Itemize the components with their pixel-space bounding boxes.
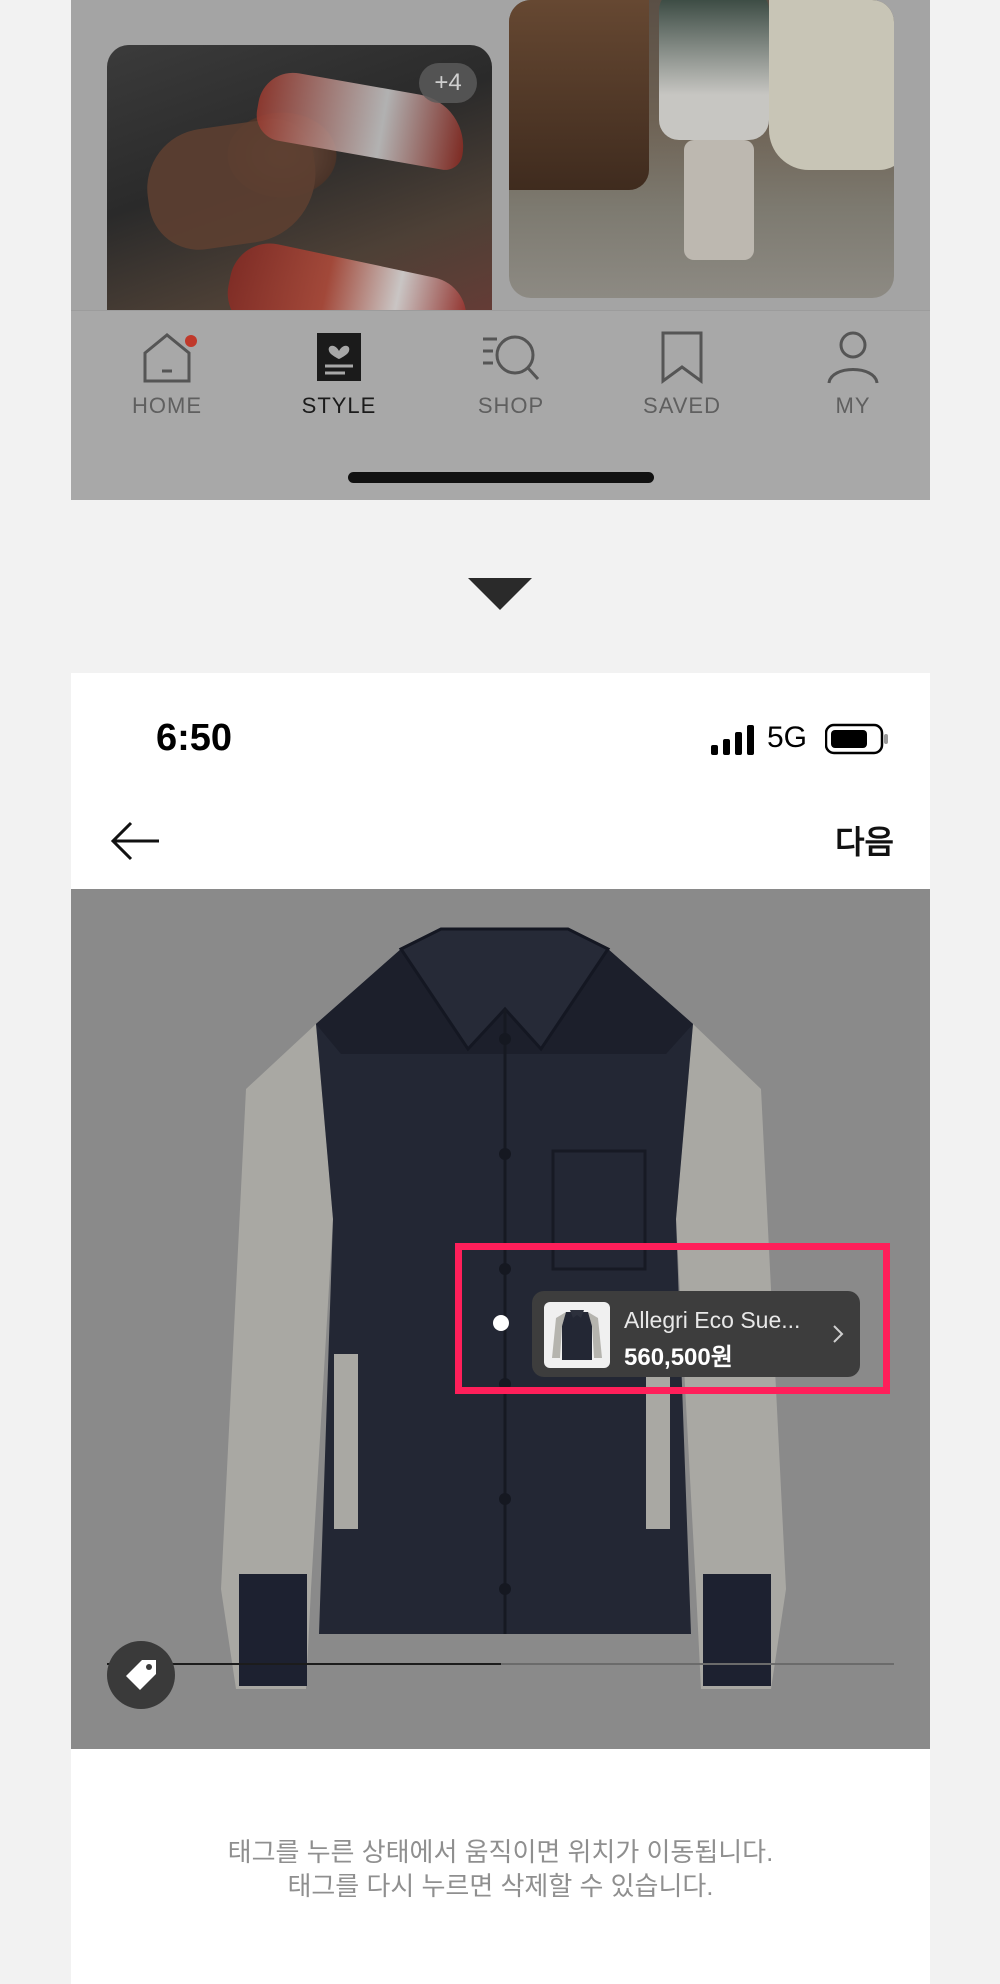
tab-shop-label: SHOP	[477, 393, 545, 418]
tag-edit-screen: 6:50 5G 다음 Allegri Eco Sue... 560,500원 태…	[71, 673, 930, 1984]
notification-dot	[185, 335, 197, 347]
next-button[interactable]: 다음	[835, 817, 894, 863]
bottom-tab-bar: HOME STYLE SHOP SAVED MY	[71, 310, 930, 500]
tab-style[interactable]: STYLE	[279, 329, 399, 419]
style-feed-photo-left[interactable]: +4	[107, 45, 492, 335]
tab-home[interactable]: HOME	[107, 329, 227, 419]
tab-shop[interactable]: SHOP	[451, 329, 571, 419]
back-button[interactable]	[107, 813, 163, 869]
tab-saved-label: SAVED	[643, 393, 721, 418]
style-icon	[317, 333, 361, 381]
network-type: 5G	[767, 721, 808, 754]
help-text: 태그를 누른 상태에서 움직이면 위치가 이동됩니다. 태그를 다시 누르면 삭…	[71, 1835, 930, 1903]
signal-icon	[711, 725, 754, 755]
tag-toggle-button[interactable]	[107, 1641, 175, 1709]
highlight-annotation-box	[455, 1243, 890, 1394]
person-icon	[827, 331, 879, 384]
image-progress-bar	[107, 1663, 894, 1665]
bookmark-icon	[661, 331, 703, 384]
tab-my[interactable]: MY	[793, 329, 913, 419]
more-photos-badge: +4	[419, 63, 477, 103]
tab-my-label: MY	[835, 393, 871, 418]
tab-home-label: HOME	[132, 393, 202, 418]
status-time: 6:50	[156, 717, 233, 759]
previous-screen: +4 HOME STYLE SHOP SAVED MY	[71, 0, 930, 500]
transition-arrow-icon	[468, 578, 532, 610]
tag-icon	[126, 1660, 156, 1690]
style-feed-photo-right[interactable]	[509, 0, 894, 298]
battery-icon	[825, 723, 888, 755]
shop-search-icon	[483, 335, 540, 381]
home-indicator	[348, 472, 654, 483]
help-text-line-2: 태그를 다시 누르면 삭제할 수 있습니다.	[287, 1871, 714, 1901]
help-text-line-1: 태그를 누른 상태에서 움직이면 위치가 이동됩니다.	[227, 1837, 774, 1867]
tab-saved[interactable]: SAVED	[622, 329, 742, 419]
tab-style-label: STYLE	[301, 393, 377, 418]
arrow-left-icon	[110, 821, 159, 861]
